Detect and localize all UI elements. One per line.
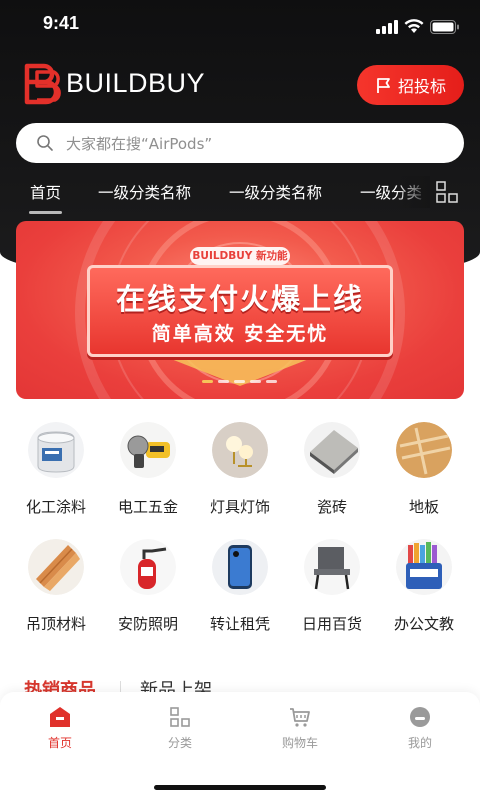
carousel-dot [218,380,229,383]
status-time: 9:41 [43,13,80,33]
nav-cart[interactable]: 购物车 [260,706,340,751]
banner-subline: 简单高效 安全无忧 [151,323,329,345]
tab-category-1[interactable]: 一级分类名称 [98,181,191,203]
wood-floor-icon [396,422,452,478]
flag-icon [377,77,390,93]
category-item-security[interactable]: 安防照明 [102,539,194,634]
bottom-navigation: 首页 分类 购物车 我的 [0,692,480,800]
nav-category[interactable]: 分类 [140,706,220,751]
category-item-transfer[interactable]: 转让租凭 [194,539,286,634]
category-item-tiles[interactable]: 瓷砖 [286,422,378,517]
category-label: 灯具灯饰 [209,498,270,516]
carousel-indicator [202,380,277,383]
brand-name: BUILDBUY [66,68,206,98]
nav-profile[interactable]: 我的 [380,706,460,751]
search-input[interactable]: 大家都在搜“AirPods” [16,123,464,163]
category-item-flooring[interactable]: 地板 [378,422,470,517]
battery-icon [430,20,459,34]
category-label: 电工五金 [117,498,178,516]
promo-banner[interactable]: BUILDBUY 新功能 在线支付火爆上线 简单高效 安全无忧 [16,221,464,399]
nav-category-label: 分类 [167,736,192,750]
category-grid-icon [170,707,190,727]
paint-bucket-icon [28,422,84,478]
carousel-dot-active [202,380,213,383]
category-item-ceiling[interactable]: 吊顶材料 [10,539,102,634]
category-item-paint[interactable]: 化工涂料 [10,422,102,517]
crayons-icon [396,539,452,595]
category-label: 安防照明 [117,615,178,633]
banner-headline: 在线支付火爆上线 [115,282,364,316]
category-label: 化工涂料 [25,498,86,516]
banner-tag: BUILDBUY 新功能 [190,247,290,265]
wifi-icon [404,19,424,33]
fire-extinguisher-icon [120,539,176,595]
category-label: 地板 [408,498,439,516]
tender-button-label: 招投标 [397,77,446,96]
category-item-lighting[interactable]: 灯具灯饰 [194,422,286,517]
carousel-dot [250,380,261,383]
tabs-fade [396,176,430,208]
carousel-dot [266,380,277,383]
chair-icon [304,539,360,595]
category-label: 日用百货 [301,615,362,633]
category-item-office[interactable]: 办公文教 [378,539,470,634]
nav-home-label: 首页 [47,736,72,750]
wall-lamp-icon [212,422,268,478]
product-section-tabs: 热销商品 新品上架 [0,654,480,701]
status-bar: 9:41 [0,0,480,46]
tab-home[interactable]: 首页 [28,181,63,214]
smartphone-icon [212,539,268,595]
nav-cart-label: 购物车 [281,736,318,750]
ceiling-panel-icon [28,539,84,595]
home-indicator [154,785,326,790]
nav-profile-label: 我的 [407,736,432,750]
category-item-hardware[interactable]: 电工五金 [102,422,194,517]
cellular-signal-icon [376,20,398,34]
category-label: 瓷砖 [316,498,347,516]
search-placeholder: 大家都在搜“AirPods” [66,134,213,153]
tender-button[interactable]: 招投标 [357,65,464,105]
nav-home[interactable]: 首页 [20,706,100,751]
category-item-daily[interactable]: 日用百货 [286,539,378,634]
carousel-dot [234,380,245,383]
category-label: 办公文教 [393,615,454,633]
all-categories-icon[interactable] [436,181,458,203]
angle-grinder-icon [120,422,176,478]
home-icon [50,707,70,727]
category-label: 吊顶材料 [25,615,86,633]
cart-icon [290,708,310,727]
buildbuy-logo [24,63,61,105]
profile-icon [410,707,430,727]
tile-icon [304,422,360,478]
tab-category-2[interactable]: 一级分类名称 [229,181,322,203]
search-icon [37,135,53,151]
category-label: 转让租凭 [209,615,270,633]
